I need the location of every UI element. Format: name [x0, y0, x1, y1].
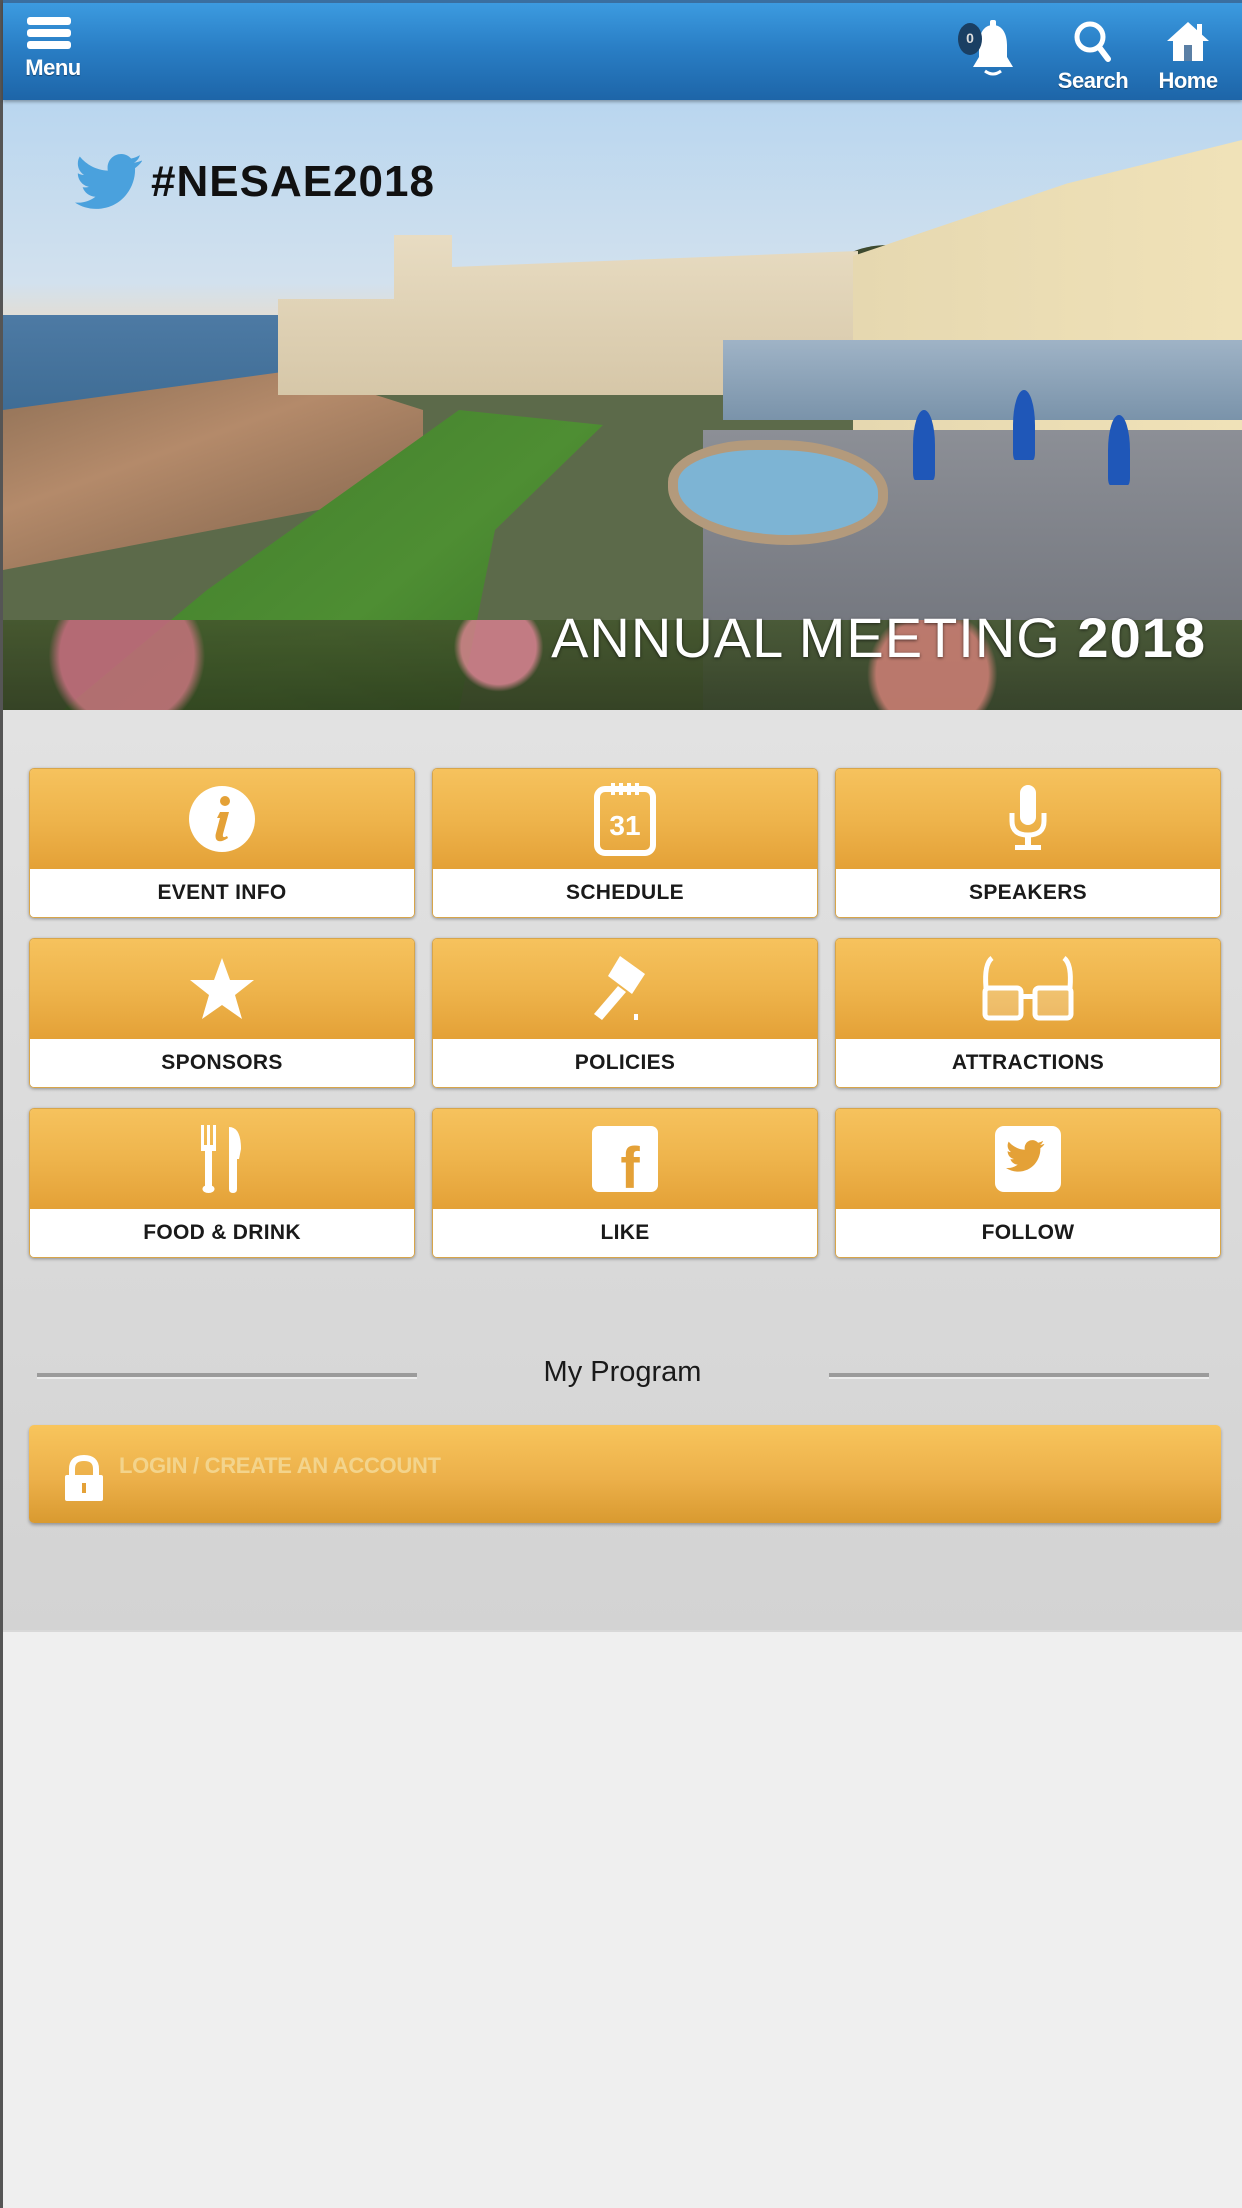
tile-label: FOOD & DRINK — [30, 1209, 414, 1257]
menu-label: Menu — [25, 55, 81, 80]
divider-right — [829, 1373, 1209, 1379]
svg-text:f: f — [620, 1136, 640, 1194]
hero-pool — [723, 340, 1242, 420]
tile-like[interactable]: f LIKE — [432, 1108, 818, 1258]
hero-umbrella — [1013, 390, 1035, 460]
event-hashtag: #NESAE2018 — [75, 152, 435, 212]
menu-button[interactable]: Menu — [23, 17, 83, 81]
svg-text:31: 31 — [609, 810, 640, 841]
home-icon — [1167, 22, 1209, 61]
hashtag-text: #NESAE2018 — [151, 157, 435, 206]
hero-umbrella — [1108, 415, 1130, 485]
gavel-icon — [594, 956, 645, 1020]
tile-label: FOLLOW — [836, 1209, 1220, 1257]
tile-follow[interactable]: FOLLOW — [835, 1108, 1221, 1258]
notification-badge: 0 — [958, 23, 982, 55]
top-nav-bar: Menu 0 Search Home — [3, 0, 1242, 100]
hero-banner: #NESAE2018 ANNUAL MEETING 2018 — [3, 100, 1242, 710]
login-label: LOGIN / CREATE AN ACCOUNT — [119, 1453, 441, 1478]
search-label: Search — [1057, 68, 1129, 93]
tile-label: ATTRACTIONS — [836, 1039, 1220, 1087]
home-label: Home — [1158, 68, 1218, 93]
tile-label: SCHEDULE — [433, 869, 817, 917]
star-icon — [190, 958, 254, 1019]
facebook-icon: f — [592, 1126, 658, 1194]
tile-speakers[interactable]: SPEAKERS — [835, 768, 1221, 918]
glasses-icon — [982, 956, 1074, 1021]
fork-knife-icon — [201, 1125, 241, 1193]
annual-meeting-title: ANNUAL MEETING 2018 — [551, 605, 1206, 670]
search-button[interactable]: Search — [1053, 19, 1133, 94]
calendar-icon: 31 — [594, 783, 656, 856]
tile-label: POLICIES — [433, 1039, 817, 1087]
home-button[interactable]: Home — [1153, 19, 1223, 94]
search-icon — [1074, 21, 1111, 62]
microphone-icon — [1009, 785, 1047, 850]
login-create-account-button[interactable]: LOGIN / CREATE AN ACCOUNT — [29, 1425, 1221, 1523]
annual-meeting-text: ANNUAL MEETING — [551, 606, 1061, 669]
hero-hottub — [668, 440, 888, 545]
tile-label: LIKE — [433, 1209, 817, 1257]
twitter-icon — [995, 1126, 1061, 1192]
tile-label: SPONSORS — [30, 1039, 414, 1087]
notifications-button[interactable]: 0 — [958, 19, 1023, 79]
tile-food-drink[interactable]: FOOD & DRINK — [29, 1108, 415, 1258]
tile-label: SPEAKERS — [836, 869, 1220, 917]
twitter-bird-icon — [75, 153, 142, 209]
tile-attractions[interactable]: ATTRACTIONS — [835, 938, 1221, 1088]
tile-sponsors[interactable]: SPONSORS — [29, 938, 415, 1088]
lock-icon — [65, 1455, 103, 1501]
hero-umbrella — [913, 410, 935, 480]
tile-event-info[interactable]: EVENT INFO — [29, 768, 415, 918]
tile-policies[interactable]: POLICIES — [432, 938, 818, 1088]
tile-label: EVENT INFO — [30, 869, 414, 917]
hamburger-icon — [27, 17, 71, 49]
tile-schedule[interactable]: 31 SCHEDULE — [432, 768, 818, 918]
my-program-header: My Program — [3, 1356, 1242, 1396]
annual-meeting-year: 2018 — [1077, 606, 1206, 669]
info-icon — [189, 786, 255, 852]
